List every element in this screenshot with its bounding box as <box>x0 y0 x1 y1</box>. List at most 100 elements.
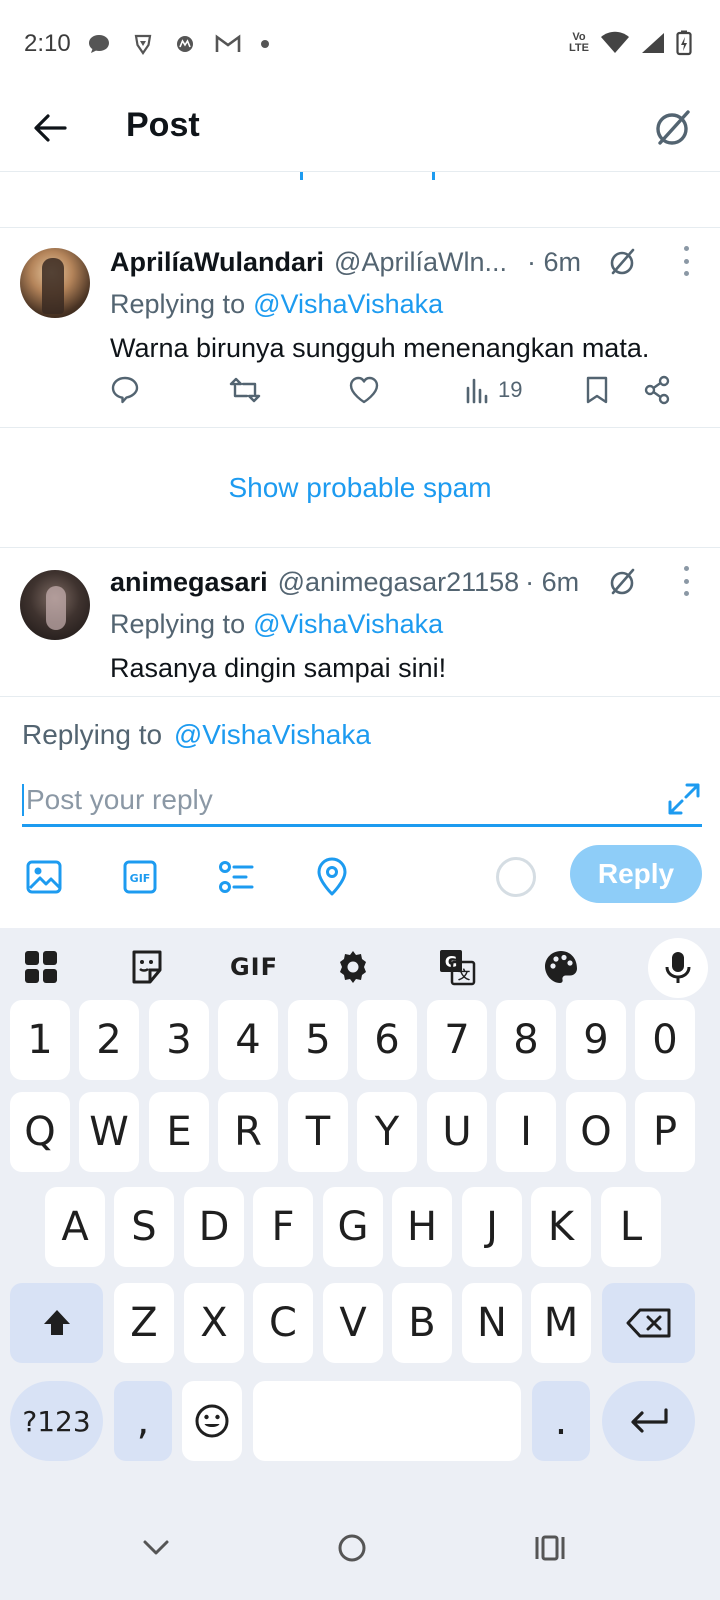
post-text: Rasanya dingin sampai sini! <box>110 652 447 683</box>
key-v[interactable]: V <box>323 1283 383 1363</box>
display-name[interactable]: animegasari <box>110 567 268 598</box>
key-d[interactable]: D <box>184 1187 244 1267</box>
key-i[interactable]: I <box>496 1092 556 1172</box>
keyboard-gif-label: GIF <box>229 953 279 981</box>
key-5[interactable]: 5 <box>288 1000 348 1080</box>
svg-text:GIF: GIF <box>130 872 151 885</box>
key-q[interactable]: Q <box>10 1092 70 1172</box>
gmail-icon <box>215 34 241 52</box>
reply-post[interactable]: animegasari @animegasar21158 · 6m Replyi… <box>0 548 720 696</box>
grok-icon[interactable] <box>650 106 694 150</box>
key-y[interactable]: Y <box>357 1092 417 1172</box>
grok-icon[interactable] <box>606 566 638 598</box>
key-2[interactable]: 2 <box>79 1000 139 1080</box>
dot-icon <box>260 40 269 48</box>
key-h[interactable]: H <box>392 1187 452 1267</box>
space-key[interactable] <box>253 1381 521 1461</box>
home-button[interactable] <box>330 1526 374 1570</box>
hide-keyboard-button[interactable] <box>134 1526 178 1570</box>
reply-button[interactable]: Reply <box>570 845 702 903</box>
microphone-icon[interactable] <box>648 938 708 998</box>
bookmark-action[interactable] <box>584 370 610 410</box>
view-count: 19 <box>498 377 523 402</box>
display-name[interactable]: AprilíaWulandari <box>110 247 324 278</box>
key-c[interactable]: C <box>253 1283 313 1363</box>
back-button[interactable] <box>30 108 70 148</box>
status-bar: 2:10 Vo LTE <box>0 0 720 88</box>
wifi-icon <box>601 31 629 53</box>
shift-key[interactable] <box>10 1283 103 1363</box>
key-m[interactable]: M <box>531 1283 591 1363</box>
key-w[interactable]: W <box>79 1092 139 1172</box>
symbols-key[interactable]: ?123 <box>10 1381 103 1461</box>
repost-action[interactable] <box>228 370 262 410</box>
expand-icon[interactable] <box>666 781 702 817</box>
avatar[interactable] <box>20 570 90 640</box>
show-probable-spam-button[interactable]: Show probable spam <box>228 472 491 504</box>
key-4[interactable]: 4 <box>218 1000 278 1080</box>
reply-input[interactable]: Post your reply <box>22 775 702 827</box>
period-key[interactable]: . <box>532 1381 590 1461</box>
key-r[interactable]: R <box>218 1092 278 1172</box>
key-7[interactable]: 7 <box>427 1000 487 1080</box>
reply-composer: Replying to @VishaVishaka Post your repl… <box>0 696 720 916</box>
key-n[interactable]: N <box>462 1283 522 1363</box>
reply-post[interactable]: AprilíaWulandari @AprilíaWln... · 6m Rep… <box>0 228 720 428</box>
key-o[interactable]: O <box>566 1092 626 1172</box>
handle[interactable]: @AprilíaWln... <box>334 247 507 278</box>
apps-grid-icon[interactable] <box>18 944 64 990</box>
more-icon[interactable] <box>680 246 692 276</box>
heart-icon <box>349 376 379 404</box>
key-f[interactable]: F <box>253 1187 313 1267</box>
emoji-key[interactable] <box>182 1381 242 1461</box>
location-icon[interactable] <box>312 857 352 897</box>
grok-icon[interactable] <box>606 246 638 278</box>
key-j[interactable]: J <box>462 1187 522 1267</box>
handle[interactable]: @animegasar21158 <box>278 567 520 598</box>
key-b[interactable]: B <box>392 1283 452 1363</box>
recents-button[interactable] <box>528 1526 572 1570</box>
key-z[interactable]: Z <box>114 1283 174 1363</box>
image-icon[interactable] <box>24 857 64 897</box>
comma-key[interactable]: , <box>114 1381 172 1461</box>
key-x[interactable]: X <box>184 1283 244 1363</box>
reply-action[interactable] <box>110 370 140 410</box>
post-text: Warna birunya sungguh menenangkan mata. <box>110 332 650 363</box>
svg-text:文: 文 <box>458 967 471 982</box>
share-action[interactable] <box>642 370 672 410</box>
key-l[interactable]: L <box>601 1187 661 1267</box>
backspace-key[interactable] <box>602 1283 695 1363</box>
key-p[interactable]: P <box>635 1092 695 1172</box>
avatar[interactable] <box>20 248 90 318</box>
poll-icon[interactable] <box>216 857 256 897</box>
mention-link[interactable]: @VishaVishaka <box>253 289 443 320</box>
gif-icon[interactable]: GIF <box>120 857 160 897</box>
key-t[interactable]: T <box>288 1092 348 1172</box>
key-9[interactable]: 9 <box>566 1000 626 1080</box>
notification-icons <box>87 32 269 56</box>
settings-gear-icon[interactable] <box>330 944 376 990</box>
key-3[interactable]: 3 <box>149 1000 209 1080</box>
like-action[interactable] <box>348 370 380 410</box>
key-s[interactable]: S <box>114 1187 174 1267</box>
key-8[interactable]: 8 <box>496 1000 556 1080</box>
key-6[interactable]: 6 <box>357 1000 417 1080</box>
key-0[interactable]: 0 <box>635 1000 695 1080</box>
mention-link[interactable]: @VishaVishaka <box>174 719 371 750</box>
key-a[interactable]: A <box>45 1187 105 1267</box>
enter-key[interactable] <box>602 1381 695 1461</box>
sticker-icon[interactable] <box>124 944 170 990</box>
key-1[interactable]: 1 <box>10 1000 70 1080</box>
key-k[interactable]: K <box>531 1187 591 1267</box>
backspace-icon <box>626 1308 670 1338</box>
theme-palette-icon[interactable] <box>538 944 584 990</box>
more-icon[interactable] <box>680 566 692 596</box>
views-action[interactable]: 19 <box>464 370 522 410</box>
key-g[interactable]: G <box>323 1187 383 1267</box>
key-u[interactable]: U <box>427 1092 487 1172</box>
keyboard-gif-button[interactable]: GIF <box>228 944 280 990</box>
translate-icon[interactable]: G文 <box>434 944 480 990</box>
key-e[interactable]: E <box>149 1092 209 1172</box>
post-time: · 6m <box>525 566 580 597</box>
mention-link[interactable]: @VishaVishaka <box>253 609 443 640</box>
